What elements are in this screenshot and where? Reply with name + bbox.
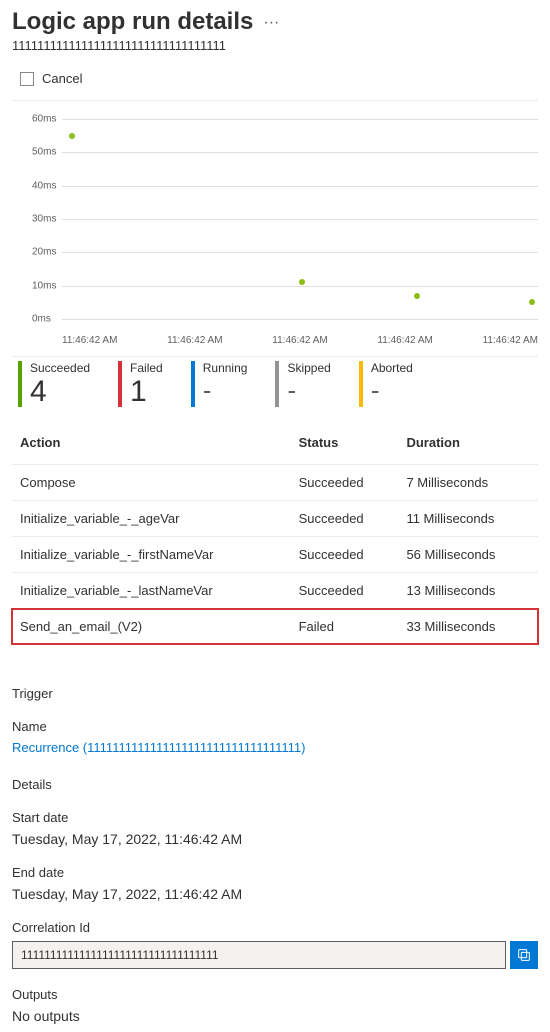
chart-gridline <box>62 286 538 287</box>
chart-y-tick: 20ms <box>32 247 56 258</box>
chart-y-tick: 10ms <box>32 280 56 291</box>
cell-duration: 13 Milliseconds <box>398 573 538 609</box>
cell-duration: 56 Milliseconds <box>398 537 538 573</box>
chart-x-tick: 11:46:42 AM <box>377 335 432 346</box>
status-label: Succeeded <box>30 361 90 375</box>
table-row[interactable]: Initialize_variable_-_lastNameVarSucceed… <box>12 573 538 609</box>
status-card-skipped[interactable]: Skipped - <box>275 361 330 407</box>
more-icon[interactable]: ··· <box>263 14 279 32</box>
correlation-id-field[interactable] <box>12 941 506 969</box>
col-action[interactable]: Action <box>12 425 291 465</box>
status-value: 4 <box>30 377 90 407</box>
cell-duration: 7 Milliseconds <box>398 465 538 501</box>
cell-status: Failed <box>291 609 399 645</box>
cell-duration: 33 Milliseconds <box>398 609 538 645</box>
correlation-id-label: Correlation Id <box>12 920 538 935</box>
cell-status: Succeeded <box>291 537 399 573</box>
details-section-label: Details <box>12 777 538 792</box>
chart-gridline <box>62 319 538 320</box>
cell-action: Compose <box>12 465 291 501</box>
status-label: Skipped <box>287 361 330 375</box>
status-value: 1 <box>130 377 163 407</box>
chart-x-tick: 11:46:42 AM <box>62 335 117 346</box>
cell-duration: 11 Milliseconds <box>398 501 538 537</box>
outputs-label: Outputs <box>12 987 538 1002</box>
status-card-aborted[interactable]: Aborted - <box>359 361 413 407</box>
table-row[interactable]: Initialize_variable_-_firstNameVarSuccee… <box>12 537 538 573</box>
outputs-value: No outputs <box>12 1008 538 1024</box>
chart-y-tick: 30ms <box>32 214 56 225</box>
duration-chart: 0ms 10ms 20ms 30ms 40ms 50ms 60ms 11:46:42 AM 1… <box>12 101 538 357</box>
chart-gridline <box>62 252 538 253</box>
status-bar-icon <box>118 361 122 407</box>
trigger-name-link[interactable]: Recurrence (1111111111111111111111111111… <box>12 740 538 755</box>
trigger-section-label: Trigger <box>12 686 538 701</box>
status-label: Running <box>203 361 248 375</box>
chart-y-tick: 0ms <box>32 314 51 325</box>
end-date-label: End date <box>12 865 538 880</box>
cancel-checkbox-icon <box>20 72 34 86</box>
chart-x-tick: 11:46:42 AM <box>272 335 327 346</box>
chart-y-tick: 50ms <box>32 147 56 158</box>
chart-data-point[interactable] <box>69 133 75 139</box>
run-id: 1111111111111111111111111111111111 <box>12 38 538 53</box>
status-bar-icon <box>18 361 22 407</box>
start-date-label: Start date <box>12 810 538 825</box>
table-row[interactable]: Initialize_variable_-_ageVarSucceeded11 … <box>12 501 538 537</box>
cell-action: Initialize_variable_-_firstNameVar <box>12 537 291 573</box>
chart-data-point[interactable] <box>529 299 535 305</box>
chart-gridline <box>62 119 538 120</box>
cell-status: Succeeded <box>291 465 399 501</box>
cell-status: Succeeded <box>291 501 399 537</box>
col-duration[interactable]: Duration <box>398 425 538 465</box>
table-row[interactable]: ComposeSucceeded7 Milliseconds <box>12 465 538 501</box>
end-date-value: Tuesday, May 17, 2022, 11:46:42 AM <box>12 886 538 902</box>
status-label: Aborted <box>371 361 413 375</box>
actions-table: Action Status Duration ComposeSucceeded7… <box>12 425 538 644</box>
cancel-button[interactable]: Cancel <box>12 65 538 101</box>
status-card-failed[interactable]: Failed 1 <box>118 361 163 407</box>
status-bar-icon <box>275 361 279 407</box>
status-bar-icon <box>359 361 363 407</box>
trigger-name-label: Name <box>12 719 538 734</box>
cancel-label: Cancel <box>42 71 82 86</box>
status-bar-icon <box>191 361 195 407</box>
status-value: - <box>287 377 330 403</box>
chart-gridline <box>62 152 538 153</box>
cell-action: Send_an_email_(V2) <box>12 609 291 645</box>
copy-icon <box>516 947 532 963</box>
chart-y-tick: 60ms <box>32 114 56 125</box>
chart-data-point[interactable] <box>414 293 420 299</box>
status-value: - <box>203 377 248 403</box>
chart-gridline <box>62 219 538 220</box>
status-summary: Succeeded4Failed1Running-Skipped-Aborted… <box>12 357 538 425</box>
chart-gridline <box>62 186 538 187</box>
cell-action: Initialize_variable_-_ageVar <box>12 501 291 537</box>
start-date-value: Tuesday, May 17, 2022, 11:46:42 AM <box>12 831 538 847</box>
status-value: - <box>371 377 413 403</box>
table-row[interactable]: Send_an_email_(V2)Failed33 Milliseconds <box>12 609 538 645</box>
cell-status: Succeeded <box>291 573 399 609</box>
chart-data-point[interactable] <box>299 279 305 285</box>
cell-action: Initialize_variable_-_lastNameVar <box>12 573 291 609</box>
chart-x-tick: 11:46:42 AM <box>167 335 222 346</box>
page-title: Logic app run details <box>12 8 253 36</box>
status-label: Failed <box>130 361 163 375</box>
col-status[interactable]: Status <box>291 425 399 465</box>
chart-y-tick: 40ms <box>32 180 56 191</box>
status-card-succeeded[interactable]: Succeeded 4 <box>18 361 90 407</box>
copy-button[interactable] <box>510 941 538 969</box>
status-card-running[interactable]: Running - <box>191 361 248 407</box>
chart-x-tick: 11:46:42 AM <box>483 335 538 346</box>
